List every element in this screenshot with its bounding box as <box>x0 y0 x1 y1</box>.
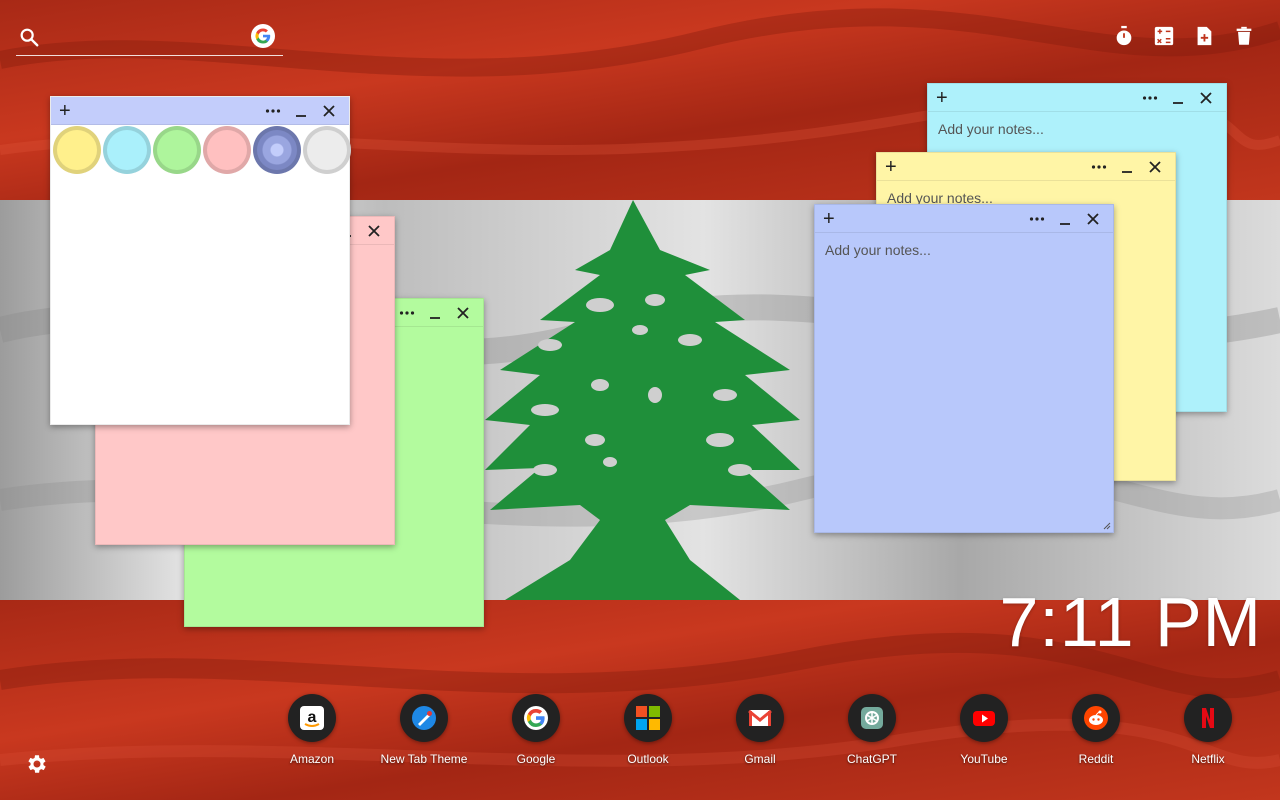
close-icon <box>457 307 469 319</box>
youtube-icon <box>973 711 995 726</box>
google-icon <box>524 706 548 730</box>
note-menu-button[interactable] <box>1136 84 1164 112</box>
close-icon <box>1200 92 1212 104</box>
gmail-icon <box>748 709 772 726</box>
calculator-button[interactable] <box>1152 24 1176 48</box>
shortcut-label: ChatGPT <box>846 752 897 766</box>
shortcut-label: Amazon <box>289 752 335 766</box>
note-menu-button[interactable] <box>393 299 421 327</box>
minimize-icon <box>1060 223 1070 225</box>
note-add-button[interactable]: + <box>823 207 835 231</box>
note-menu-button[interactable] <box>259 97 287 125</box>
shortcuts-dock: a Amazon New Tab Theme Google Outlook Gm… <box>256 694 1264 766</box>
clock-time: 7:11 PM <box>999 583 1262 661</box>
color-swatch-gray[interactable] <box>303 126 351 174</box>
outlook-icon <box>636 706 660 730</box>
note-add-button[interactable]: + <box>936 86 948 110</box>
note-minimize-button[interactable] <box>1051 205 1079 233</box>
note-close-button[interactable] <box>1192 84 1220 112</box>
chatgpt-icon <box>861 707 883 729</box>
color-picker <box>51 126 351 174</box>
search-icon[interactable] <box>18 26 40 48</box>
minimize-icon <box>296 115 306 117</box>
sticky-note-blue[interactable]: + <box>814 204 1114 533</box>
calculator-icon <box>1154 26 1174 46</box>
note-header[interactable]: + <box>51 97 349 125</box>
svg-text:a: a <box>308 709 317 726</box>
more-dots-icon <box>1029 217 1045 221</box>
shortcut-outlook[interactable]: Outlook <box>592 694 704 766</box>
timer-icon <box>1116 25 1132 46</box>
note-close-button[interactable] <box>449 299 477 327</box>
shortcut-label: Reddit <box>1078 752 1114 766</box>
note-close-button[interactable] <box>360 217 388 245</box>
close-icon <box>323 105 335 117</box>
note-menu-button[interactable] <box>1023 205 1051 233</box>
settings-gear-icon[interactable] <box>24 752 48 776</box>
note-menu-button[interactable] <box>1085 153 1113 181</box>
resize-handle-icon[interactable] <box>1103 522 1111 530</box>
shortcut-reddit[interactable]: Reddit <box>1040 694 1152 766</box>
shortcut-youtube[interactable]: YouTube <box>928 694 1040 766</box>
note-add-button[interactable]: + <box>885 155 897 179</box>
google-search-engine-button[interactable] <box>251 24 275 48</box>
shortcut-label: New Tab Theme <box>380 752 468 766</box>
note-close-button[interactable] <box>1079 205 1107 233</box>
reddit-icon <box>1084 706 1108 730</box>
close-icon <box>368 225 380 237</box>
delete-icon <box>1236 26 1252 45</box>
minimize-icon <box>1173 102 1183 104</box>
close-icon <box>1149 161 1161 173</box>
add-note-button[interactable] <box>1192 24 1216 48</box>
search-bar <box>16 22 283 56</box>
shortcut-label: Outlook <box>627 752 669 766</box>
shortcut-new-tab-theme[interactable]: New Tab Theme <box>368 694 480 766</box>
note-text-area[interactable] <box>815 234 1113 532</box>
color-swatch-pink[interactable] <box>203 126 251 174</box>
note-minimize-button[interactable] <box>1113 153 1141 181</box>
note-header[interactable]: + <box>928 84 1226 112</box>
new-tab-theme-icon <box>412 706 436 730</box>
sticky-note-white[interactable]: + <box>50 96 351 425</box>
shortcut-label: Netflix <box>1191 752 1225 766</box>
note-close-button[interactable] <box>315 97 343 125</box>
note-minimize-button[interactable] <box>287 97 315 125</box>
shortcut-label: Google <box>516 752 556 766</box>
color-swatch-yellow[interactable] <box>53 126 101 174</box>
timer-button[interactable] <box>1112 24 1136 48</box>
add-note-icon <box>1197 26 1212 46</box>
more-dots-icon <box>265 109 281 113</box>
netflix-icon <box>1202 708 1214 728</box>
minimize-icon <box>430 317 440 319</box>
shortcut-label: YouTube <box>960 752 1008 766</box>
shortcut-label: Gmail <box>744 752 776 766</box>
shortcut-amazon[interactable]: a Amazon <box>256 694 368 766</box>
top-toolbar <box>1112 24 1256 48</box>
shortcut-google[interactable]: Google <box>480 694 592 766</box>
note-close-button[interactable] <box>1141 153 1169 181</box>
delete-all-button[interactable] <box>1232 24 1256 48</box>
search-input[interactable] <box>48 24 238 50</box>
more-dots-icon <box>1091 165 1107 169</box>
note-add-button[interactable]: + <box>59 99 71 123</box>
color-swatch-green[interactable] <box>153 126 201 174</box>
minimize-icon <box>1122 171 1132 173</box>
note-header[interactable]: + <box>877 153 1175 181</box>
shortcut-netflix[interactable]: Netflix <box>1152 694 1264 766</box>
amazon-icon: a <box>300 706 324 730</box>
note-minimize-button[interactable] <box>1164 84 1192 112</box>
close-icon <box>1087 213 1099 225</box>
color-swatch-blue-selected[interactable] <box>253 126 301 174</box>
color-swatch-cyan[interactable] <box>103 126 151 174</box>
shortcut-gmail[interactable]: Gmail <box>704 694 816 766</box>
shortcut-chatgpt[interactable]: ChatGPT <box>816 694 928 766</box>
note-header[interactable]: + <box>815 205 1113 233</box>
more-dots-icon <box>399 311 415 315</box>
more-dots-icon <box>1142 96 1158 100</box>
note-minimize-button[interactable] <box>421 299 449 327</box>
google-icon <box>255 28 271 44</box>
